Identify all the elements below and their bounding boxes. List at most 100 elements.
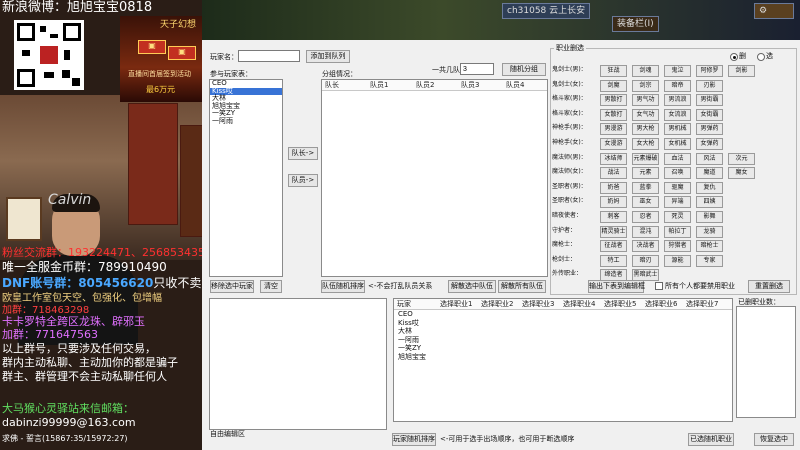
role-button[interactable]: 死灵 xyxy=(664,211,691,223)
role-button[interactable]: 忍者 xyxy=(632,211,659,223)
role-button[interactable]: 源能 xyxy=(664,254,691,267)
role-button[interactable]: 战法 xyxy=(600,167,627,180)
role-button[interactable]: 女机械 xyxy=(664,138,691,150)
role-button[interactable]: 奶妈 xyxy=(600,196,627,209)
player-role-table[interactable]: 玩家 选择职业1 选择职业2 选择职业3 选择职业4 选择职业5 选择职业6 选择职业7 CEO… xyxy=(393,298,733,422)
add-to-queue-button[interactable]: 添加到队列 xyxy=(306,50,350,63)
role-button[interactable]: 男散打 xyxy=(600,94,627,107)
group-table[interactable]: 队长 队员1 队员2 队员3 队员4 xyxy=(321,79,548,277)
role-button[interactable]: 暗枪士 xyxy=(696,240,723,253)
role-button[interactable]: 魔女 xyxy=(728,167,755,180)
radio-select[interactable] xyxy=(757,53,765,61)
set-captain-button[interactable]: 队长-> xyxy=(288,147,318,160)
role-filter-title: 职业删选 xyxy=(554,44,586,53)
reset-filter-button[interactable]: 重置删选 xyxy=(748,280,790,293)
deleted-count-box[interactable] xyxy=(736,306,796,418)
role-button[interactable]: 特工 xyxy=(600,254,627,267)
role-button[interactable]: 男弹药 xyxy=(696,123,723,136)
role-row-label: 鬼剑士(男)： xyxy=(552,66,587,73)
role-button[interactable]: 剑宗 xyxy=(632,79,659,92)
role-button[interactable]: 狩猎者 xyxy=(664,240,691,253)
role-button[interactable]: 女流浪 xyxy=(664,108,691,121)
role-button[interactable]: 蓝拳 xyxy=(632,181,659,194)
role-row-label: 格斗家(女)： xyxy=(552,109,587,117)
table-row[interactable]: CEO xyxy=(396,310,413,319)
role-button[interactable]: 男大枪 xyxy=(632,123,659,136)
role-button[interactable]: 风法 xyxy=(696,152,723,165)
set-member-button[interactable]: 队员-> xyxy=(288,174,318,187)
role-button[interactable]: 征战者 xyxy=(600,240,627,253)
dissolve-all-button[interactable]: 解散所有队伍 xyxy=(498,280,546,293)
role-button[interactable]: 刃影 xyxy=(696,79,723,92)
role-button[interactable]: 元素 xyxy=(632,167,659,180)
game-top-strip: ch31058 云上长安 装备栏(I) ⚙ xyxy=(202,0,800,40)
remove-player-button[interactable]: 移除选中玩家 xyxy=(210,280,254,293)
role-button[interactable]: 召唤 xyxy=(664,167,691,180)
ad-subtitle: 直播间首届签到活动 xyxy=(128,70,191,78)
role-button[interactable]: 阿修罗 xyxy=(696,65,723,77)
role-button[interactable]: 影舞 xyxy=(696,211,723,223)
role-button[interactable]: 狂战 xyxy=(600,65,627,77)
role-button[interactable]: 决战者 xyxy=(632,240,659,253)
dissolve-team-button[interactable]: 解散选中队伍 xyxy=(448,280,496,293)
role-button[interactable]: 鬼泣 xyxy=(664,65,691,77)
role-button[interactable]: 女漫游 xyxy=(600,138,627,150)
export-button[interactable]: 输出下表到编辑框 xyxy=(588,280,645,293)
role-button[interactable]: 复仇 xyxy=(696,181,723,194)
role-button[interactable]: 剑魔 xyxy=(600,79,627,92)
role-button[interactable]: 男漫游 xyxy=(600,123,627,136)
table-row[interactable]: 一笑ZY xyxy=(396,345,421,353)
role-button[interactable]: 巫女 xyxy=(632,196,659,209)
game-menu-icon[interactable]: ⚙ xyxy=(754,3,794,19)
table-row[interactable]: 旭旭宝宝 xyxy=(396,353,426,362)
role-button[interactable]: 刺客 xyxy=(600,211,627,223)
role-button[interactable]: 专家 xyxy=(696,254,723,267)
equipment-panel-tab[interactable]: 装备栏(I) xyxy=(612,16,659,32)
role-button[interactable]: 奶爸 xyxy=(600,181,627,194)
role-button[interactable]: 女散打 xyxy=(600,108,627,121)
role-button[interactable]: 混沌 xyxy=(632,225,659,238)
role-button[interactable]: 冰结师 xyxy=(600,152,627,165)
role-button[interactable]: 帕拉丁 xyxy=(664,225,691,238)
role-button[interactable]: 剑魂 xyxy=(632,65,659,77)
shuffle-hint: <-不会打乱队员关系 xyxy=(368,282,433,290)
free-edit-area[interactable] xyxy=(209,298,387,430)
role-button[interactable]: 四姨 xyxy=(696,196,723,209)
role-button[interactable]: 驱魔 xyxy=(664,181,691,194)
table-row[interactable]: 大林 xyxy=(396,328,412,336)
role-button[interactable]: 女气功 xyxy=(632,108,659,121)
group-header-member4: 队员4 xyxy=(506,81,525,89)
player-name-input[interactable] xyxy=(238,50,300,62)
role-button[interactable]: 男街霸 xyxy=(696,94,723,107)
role-button[interactable]: 男气功 xyxy=(632,94,659,107)
shuffle-teams-button[interactable]: 队伍随机排序 xyxy=(321,280,365,293)
clear-button[interactable]: 清空 xyxy=(260,280,282,293)
role-button[interactable]: 元素爆破 xyxy=(632,152,659,165)
notice-line-3: 群主、群管理不会主动私聊任何人 xyxy=(2,370,167,383)
team-count-input[interactable] xyxy=(460,63,494,75)
role-button[interactable]: 异端 xyxy=(664,196,691,209)
radio-delete[interactable] xyxy=(730,53,738,61)
role-button[interactable]: 男机械 xyxy=(664,123,691,136)
selected-roles-button[interactable]: 已选随机职业 xyxy=(688,433,734,446)
roster-list[interactable]: CEO Kiss哎 大林 旭旭宝宝 一笑ZY 一阿雨 xyxy=(209,79,283,277)
role-button[interactable]: 暗帝 xyxy=(664,79,691,92)
role-button[interactable]: 男流浪 xyxy=(664,94,691,107)
role-button[interactable]: 女大枪 xyxy=(632,138,659,150)
role-button[interactable]: 精灵骑士 xyxy=(600,225,627,238)
player-shuffle-button[interactable]: 玩家随机排序 xyxy=(392,433,436,446)
role-button[interactable]: 暗刃 xyxy=(632,254,659,267)
role-button[interactable]: 女弹药 xyxy=(696,138,723,150)
role-button[interactable]: 血法 xyxy=(664,152,691,165)
roster-item[interactable]: 一阿雨 xyxy=(210,117,282,126)
role-button[interactable]: 龙骑 xyxy=(696,225,723,238)
roster-label: 参与玩家表： xyxy=(210,70,252,78)
role-button[interactable]: 女街霸 xyxy=(696,108,723,121)
role-button[interactable]: 次元 xyxy=(728,152,755,165)
role-button[interactable]: 剑影 xyxy=(728,65,755,77)
role-button[interactable]: 魔道 xyxy=(696,167,723,180)
restore-selected-button[interactable]: 恢复选中 xyxy=(754,433,794,446)
role-table-header-cell: 选择职业4 xyxy=(563,300,596,308)
random-group-button[interactable]: 随机分组 xyxy=(502,63,546,76)
disable-all-checkbox[interactable] xyxy=(655,282,663,290)
